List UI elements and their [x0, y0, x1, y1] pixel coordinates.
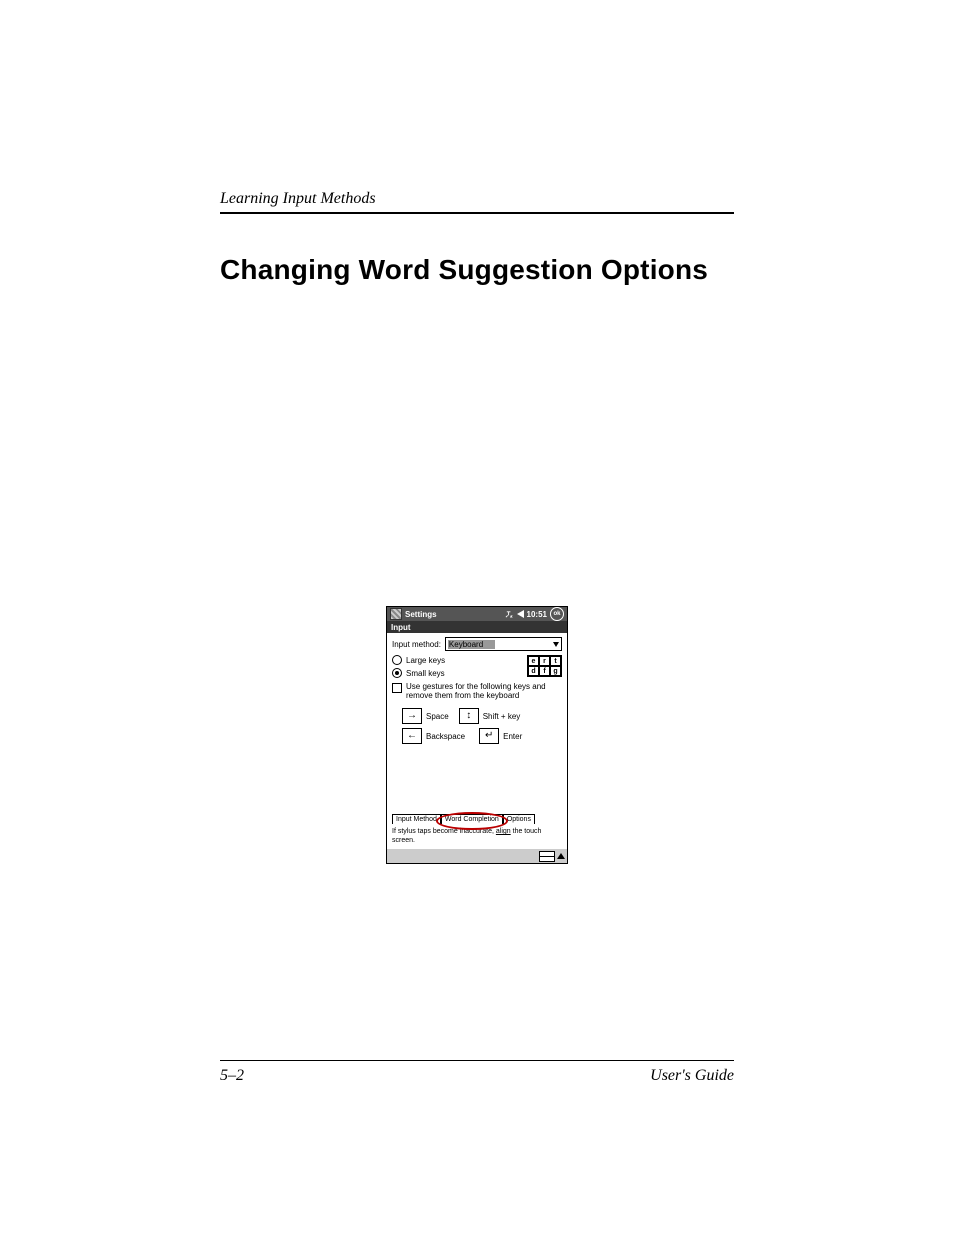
titlebar-label: Settings — [405, 610, 437, 619]
pocketpc-window: Settings x 10:51 ok Input Input method: … — [386, 606, 568, 864]
tab-word-completion[interactable]: Word Completion — [441, 814, 503, 824]
tab-strip: Input Method Word Completion Options — [392, 814, 562, 824]
hint-text-a: If stylus taps become inaccurate, — [392, 828, 496, 835]
ok-button-label: ok — [553, 611, 560, 617]
input-method-row: Input method: Keyboard — [392, 637, 562, 651]
input-method-value: Keyboard — [448, 640, 495, 649]
gesture-enter: ↵ Enter — [479, 728, 522, 744]
gesture-space-icon: → — [402, 708, 422, 724]
key-cell: d — [528, 666, 539, 676]
tab-input-method[interactable]: Input Method — [392, 814, 441, 824]
gesture-checkbox-label: Use gestures for the following keys and … — [406, 682, 562, 700]
input-method-label: Input method: — [392, 640, 441, 649]
gesture-space: → Space — [402, 708, 449, 724]
gesture-shift-label: Shift + key — [483, 712, 521, 721]
checkbox-icon — [392, 683, 402, 693]
key-cell: e — [528, 656, 539, 666]
ok-button[interactable]: ok — [550, 607, 564, 621]
input-method-dropdown[interactable]: Keyboard — [445, 637, 562, 651]
small-keys-option[interactable]: Small keys — [392, 668, 445, 678]
align-link[interactable]: align — [496, 828, 511, 835]
settings-body: Input method: Keyboard Large keys — [387, 633, 567, 849]
tab-options[interactable]: Options — [503, 814, 535, 824]
section-label: Learning Input Methods — [220, 190, 734, 214]
large-keys-option[interactable]: Large keys — [392, 655, 445, 665]
gesture-shift-icon: ↕ — [459, 708, 479, 724]
speaker-icon[interactable] — [517, 610, 524, 618]
large-keys-label: Large keys — [406, 656, 445, 665]
radio-selected-icon — [392, 668, 402, 678]
document-page: Learning Input Methods Changing Word Sug… — [0, 0, 954, 1235]
gesture-enter-label: Enter — [503, 732, 522, 741]
clock-time: 10:51 — [527, 610, 547, 619]
figure-container: Settings x 10:51 ok Input Input method: … — [220, 606, 734, 864]
align-hint: If stylus taps become inaccurate, align … — [392, 828, 562, 845]
key-sample-grid: e r t d f g — [527, 655, 562, 677]
start-logo-icon[interactable] — [390, 608, 402, 620]
gesture-space-label: Space — [426, 712, 449, 721]
gesture-backspace: ← Backspace — [402, 728, 465, 744]
key-cell: g — [550, 666, 561, 676]
chevron-down-icon — [553, 642, 559, 647]
screen-title: Input — [387, 621, 567, 633]
sip-bar — [387, 849, 567, 863]
footer-guide-label: User's Guide — [650, 1067, 734, 1085]
connectivity-icon[interactable]: x — [505, 610, 514, 619]
key-cell: t — [550, 656, 561, 666]
page-footer: 5–2 User's Guide — [220, 1060, 734, 1085]
small-keys-label: Small keys — [406, 669, 445, 678]
radio-icon — [392, 655, 402, 665]
sip-up-icon[interactable] — [557, 853, 565, 859]
key-cell: f — [539, 666, 550, 676]
page-heading: Changing Word Suggestion Options — [220, 254, 734, 286]
gesture-enter-icon: ↵ — [479, 728, 499, 744]
gesture-backspace-label: Backspace — [426, 732, 465, 741]
page-number: 5–2 — [220, 1067, 244, 1085]
key-cell: r — [539, 656, 550, 666]
titlebar: Settings x 10:51 ok — [387, 607, 567, 621]
gesture-shift: ↕ Shift + key — [459, 708, 521, 724]
keyboard-icon[interactable] — [539, 851, 555, 862]
gesture-checkbox-row[interactable]: Use gestures for the following keys and … — [392, 682, 562, 700]
svg-text:x: x — [510, 614, 513, 619]
gesture-backspace-icon: ← — [402, 728, 422, 744]
